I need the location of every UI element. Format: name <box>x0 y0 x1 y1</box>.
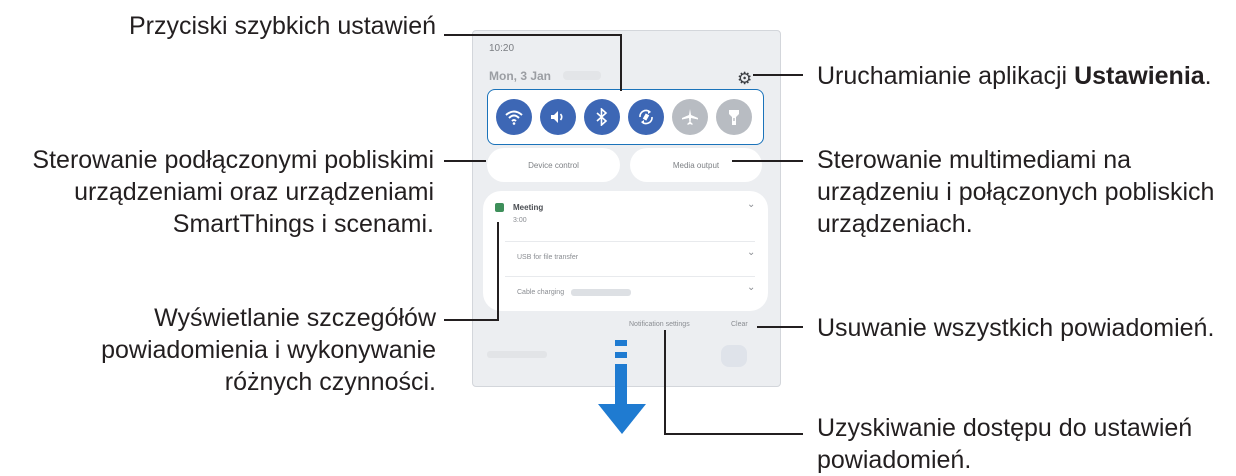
background-blur <box>487 351 547 358</box>
divider <box>505 276 755 277</box>
callout-notification-details: Wyświetlanie szczegółów powiadomienia i … <box>60 302 436 398</box>
status-time: 10:20 <box>489 43 515 54</box>
callout-line-text: urządzeniu i połączonych pobliskich <box>817 178 1215 206</box>
callout-line-text: Sterowanie podłączonymi pobliskimi <box>32 146 434 174</box>
usb-chevron-icon[interactable]: ⌄ <box>747 247 755 258</box>
arrow-segment <box>615 340 627 346</box>
callout-line <box>620 34 622 91</box>
callout-line <box>444 319 499 321</box>
calendar-app-icon <box>495 203 504 212</box>
callout-line-text: urządzeniach. <box>817 210 973 238</box>
flashlight-icon-glyph <box>729 110 739 125</box>
callout-line-text: SmartThings i scenami. <box>172 210 434 238</box>
notification-panel: 10:20 Mon, 3 Jan ⚙ Device control Media … <box>472 30 781 387</box>
callout-line <box>732 160 803 162</box>
cable-detail-blur <box>571 289 631 296</box>
rotate-icon-glyph <box>639 109 653 125</box>
arrow-segment <box>615 352 627 358</box>
quick-settings-row <box>487 89 764 145</box>
callout-line-text: Sterowanie multimediami na <box>817 146 1132 174</box>
wifi-icon-glyph <box>505 110 523 125</box>
callout-line-text: urządzeniami oraz urządzeniami <box>74 178 434 206</box>
callout-line-text: różnych czynności. <box>224 368 436 396</box>
callout-settings-prefix: Uruchamianie aplikacji <box>817 62 1075 90</box>
usb-notification[interactable]: USB for file transfer <box>517 254 578 261</box>
callout-line <box>757 326 803 328</box>
bluetooth-icon[interactable] <box>584 99 620 135</box>
callout-line <box>444 34 622 36</box>
swipe-down-arrow-icon <box>598 404 646 434</box>
cable-notification[interactable]: Cable charging <box>517 289 564 296</box>
callout-line-text: powiadomienia i wykonywanie <box>101 336 436 364</box>
callout-settings-bold: Ustawienia <box>1074 62 1205 90</box>
callout-line <box>753 74 803 76</box>
expand-chevron-icon[interactable]: ⌄ <box>747 199 755 210</box>
callout-quick-settings: Przyciski szybkich ustawień <box>128 12 436 40</box>
callout-device-control: Sterowanie podłączonymi pobliskimi urząd… <box>8 144 434 240</box>
notification-settings-button[interactable]: Notification settings <box>629 321 690 328</box>
sound-icon-glyph <box>551 111 563 123</box>
device-control-button[interactable]: Device control <box>487 148 620 182</box>
status-date-blur <box>563 71 601 80</box>
notification-title: Meeting <box>513 203 544 212</box>
bluetooth-icon-glyph <box>596 108 608 126</box>
callout-media-output: Sterowanie multimediami na urządzeniu i … <box>817 144 1232 240</box>
airplane-icon-glyph <box>682 109 698 125</box>
callout-line <box>444 160 486 162</box>
arrow-stem <box>615 364 627 404</box>
airplane-icon[interactable] <box>672 99 708 135</box>
callout-settings-app: Uruchamianie aplikacji Ustawienia. <box>817 60 1232 92</box>
callout-line-text: Uzyskiwanie dostępu do ustawień <box>817 414 1193 442</box>
notification-subtitle: 3:00 <box>513 217 527 224</box>
settings-gear-icon[interactable]: ⚙ <box>737 69 752 89</box>
status-date: Mon, 3 Jan <box>489 69 552 83</box>
sound-icon[interactable] <box>540 99 576 135</box>
notification-card[interactable]: Meeting 3:00 ⌄ USB for file transfer ⌄ C… <box>483 191 768 311</box>
callout-line <box>497 222 499 321</box>
clear-button[interactable]: Clear <box>731 321 748 328</box>
callout-settings-suffix: . <box>1204 62 1212 90</box>
flashlight-icon[interactable] <box>716 99 752 135</box>
media-output-button[interactable]: Media output <box>630 148 762 182</box>
cable-chevron-icon[interactable]: ⌄ <box>747 282 755 293</box>
rotate-icon[interactable] <box>628 99 664 135</box>
callout-line-text: Wyświetlanie szczegółów <box>154 304 436 332</box>
callout-notification-settings: Uzyskiwanie dostępu do ustawień powiadom… <box>817 412 1232 476</box>
divider <box>505 241 755 242</box>
callout-line <box>664 433 803 435</box>
callout-clear-all: Usuwanie wszystkich powiadomień. <box>817 314 1215 342</box>
callout-line-text: powiadomień. <box>817 446 972 474</box>
background-blur <box>721 345 747 367</box>
callout-line <box>664 330 666 435</box>
wifi-icon[interactable] <box>496 99 532 135</box>
